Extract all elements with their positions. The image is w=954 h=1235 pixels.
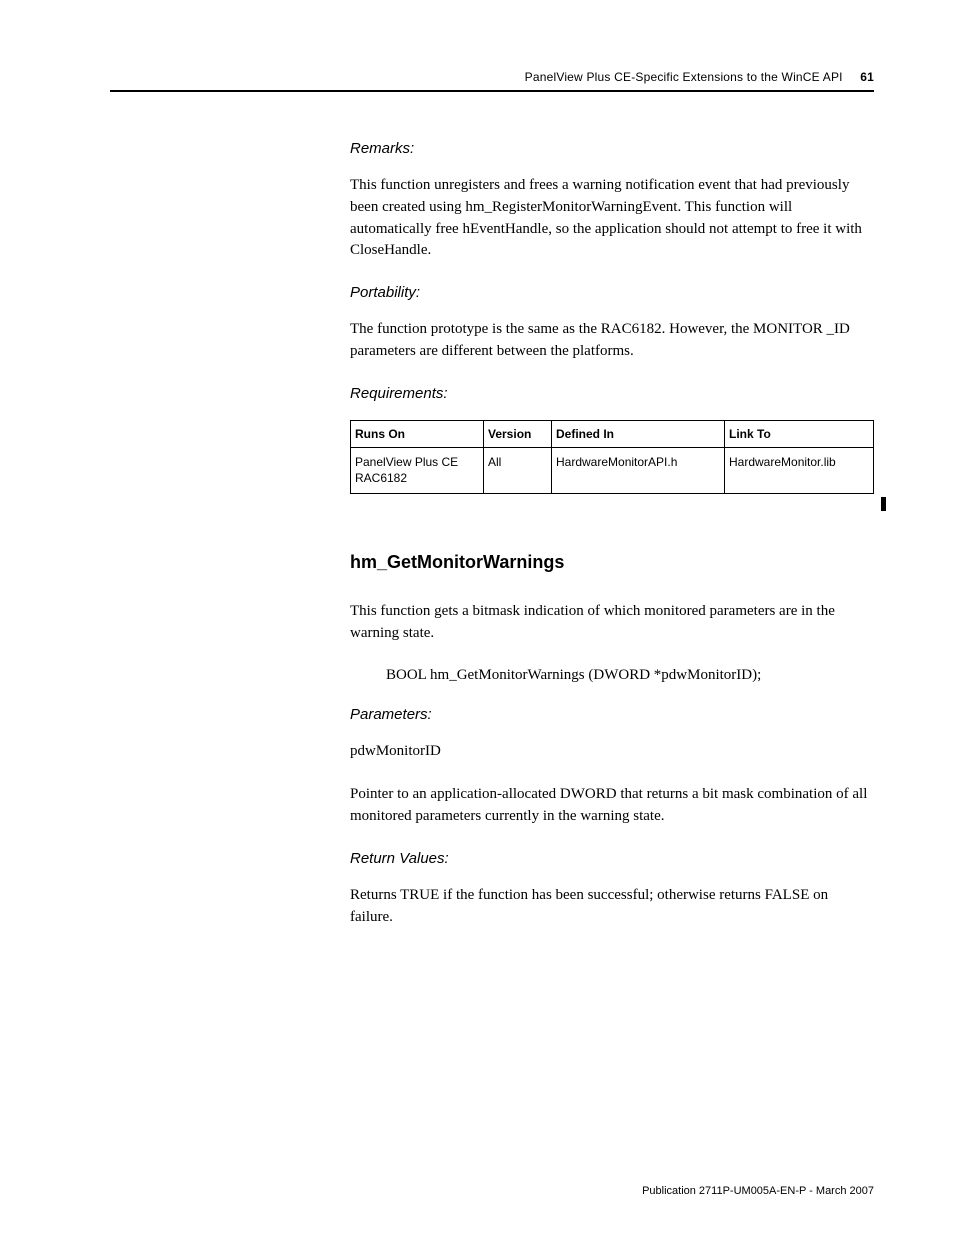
param-description: Pointer to an application-allocated DWOR…	[350, 784, 874, 828]
function-signature: BOOL hm_GetMonitorWarnings (DWORD *pdwMo…	[386, 667, 874, 684]
table-row: PanelView Plus CE RAC6182 All HardwareMo…	[351, 447, 874, 494]
requirements-heading: Requirements:	[350, 385, 874, 402]
header-rule	[110, 90, 874, 92]
remarks-heading: Remarks:	[350, 140, 874, 157]
function-intro: This function gets a bitmask indication …	[350, 601, 874, 645]
portability-body: The function prototype is the same as th…	[350, 319, 874, 363]
change-bar-icon	[881, 497, 886, 511]
col-version: Version	[484, 420, 552, 447]
cell-link-to: HardwareMonitor.lib	[725, 447, 874, 494]
cell-runs-on: PanelView Plus CE RAC6182	[351, 447, 484, 494]
return-values-heading: Return Values:	[350, 850, 874, 867]
footer-publication: Publication 2711P-UM005A-EN-P - March 20…	[642, 1185, 874, 1197]
col-defined-in: Defined In	[552, 420, 725, 447]
parameters-heading: Parameters:	[350, 706, 874, 723]
running-header: PanelView Plus CE-Specific Extensions to…	[110, 70, 874, 84]
page-number: 61	[860, 70, 874, 84]
requirements-table: Runs On Version Defined In Link To Panel…	[350, 420, 874, 495]
table-header-row: Runs On Version Defined In Link To	[351, 420, 874, 447]
function-heading: hm_GetMonitorWarnings	[350, 552, 874, 573]
portability-heading: Portability:	[350, 284, 874, 301]
remarks-body: This function unregisters and frees a wa…	[350, 175, 874, 262]
return-values-body: Returns TRUE if the function has been su…	[350, 885, 874, 929]
param-name: pdwMonitorID	[350, 741, 874, 763]
col-link-to: Link To	[725, 420, 874, 447]
header-title: PanelView Plus CE-Specific Extensions to…	[525, 70, 843, 84]
col-runs-on: Runs On	[351, 420, 484, 447]
cell-version: All	[484, 447, 552, 494]
cell-defined-in: HardwareMonitorAPI.h	[552, 447, 725, 494]
